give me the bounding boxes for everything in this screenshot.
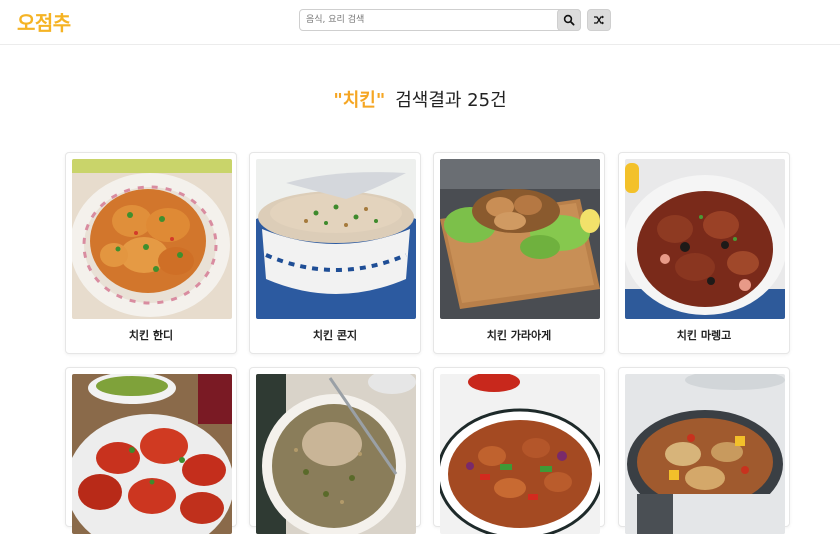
search-box [299, 9, 581, 31]
recipe-card[interactable] [433, 367, 605, 534]
recipe-image [625, 159, 785, 319]
result-heading: "치킨" 검색결과 25건 [0, 86, 840, 112]
recipe-image [440, 159, 600, 319]
shuffle-icon [594, 15, 604, 25]
recipe-name: 치킨 콘지 [312, 329, 358, 342]
top-bar: 오점추 [0, 0, 840, 45]
recipe-image [72, 159, 232, 319]
search-keyword: "치킨" [333, 90, 386, 111]
recipe-card[interactable]: 치킨 마렝고 [618, 152, 790, 354]
search-icon [563, 14, 575, 26]
recipe-card[interactable]: 치킨 콘지 [249, 152, 421, 354]
logo[interactable]: 오점추 [17, 7, 71, 36]
search-button[interactable] [557, 9, 581, 31]
shuffle-button[interactable] [587, 9, 611, 31]
recipe-card[interactable]: 치킨 한디 [65, 152, 237, 354]
recipe-image [440, 374, 600, 534]
search-input[interactable] [306, 10, 552, 30]
recipe-name: 치킨 한디 [128, 329, 174, 342]
recipe-name: 치킨 마렝고 [676, 329, 732, 342]
recipe-image [625, 374, 785, 534]
recipe-card[interactable] [618, 367, 790, 534]
recipe-image [256, 159, 416, 319]
recipe-image [256, 374, 416, 534]
recipe-card[interactable]: 치킨 가라아게 [433, 152, 605, 354]
result-count: 검색결과 25건 [395, 90, 507, 111]
recipe-name: 치킨 가라아게 [486, 329, 552, 342]
recipe-card[interactable] [65, 367, 237, 534]
recipe-card[interactable] [249, 367, 421, 534]
recipe-image [72, 374, 232, 534]
